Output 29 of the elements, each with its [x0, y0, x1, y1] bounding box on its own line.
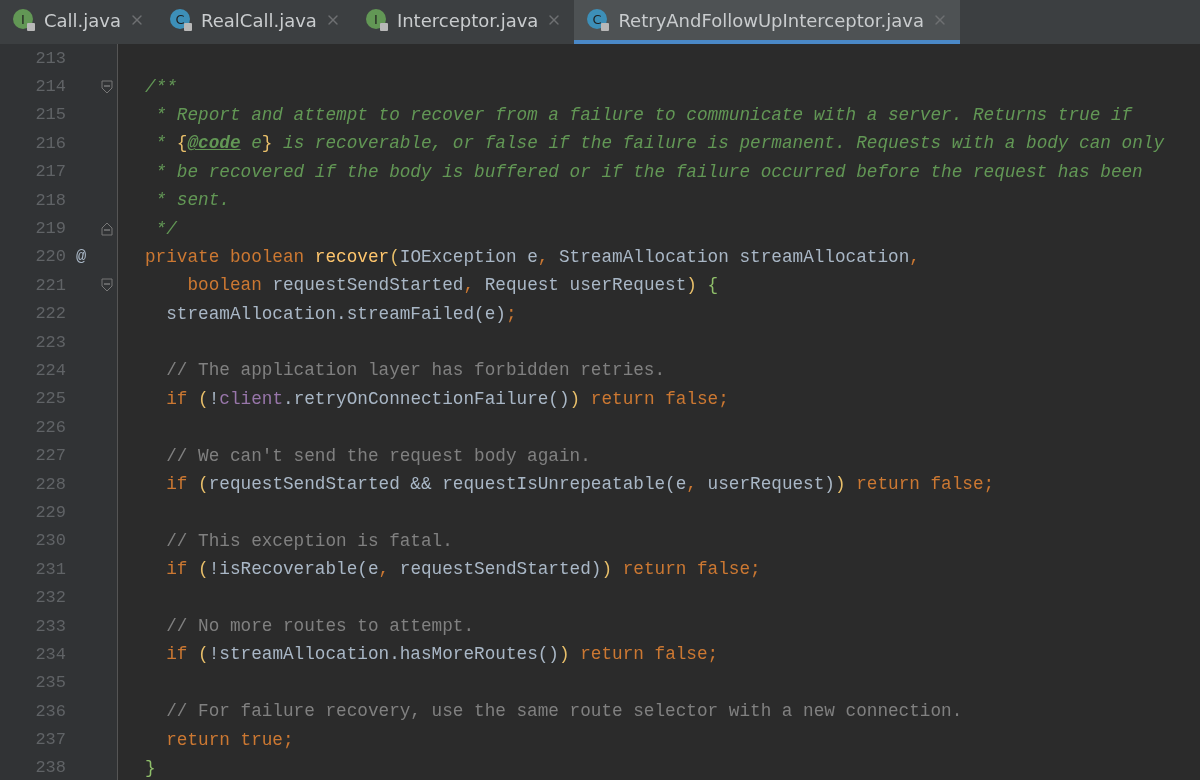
doc-comment-line: * sent.: [154, 190, 230, 211]
class-file-icon: C: [169, 8, 194, 32]
doc-comment-line: * {@code e} is recoverable, or false if the failure is permanent. Requests with a body can only: [154, 133, 1164, 154]
code-line: if (!isRecoverable(e, requestSendStarted)) return false;: [165, 559, 761, 580]
code-line: if (!client.retryOnConnectionFailure()) return false;: [165, 388, 729, 409]
comment-line: // This exception is fatal.: [165, 530, 453, 551]
doc-comment-line: * be recovered if the body is buffered or if the failure occurred before the request has been: [154, 161, 1143, 182]
fold-icon[interactable]: [100, 221, 113, 236]
doc-comment-line: * Report and attempt to recover from a failure to communicate with a server. Returns true if: [154, 104, 1133, 125]
comment-line: // For failure recovery, use the same route selector with a new connection.: [165, 701, 963, 722]
code-line: private boolean recover(IOException e, StreamAllocation streamAllocation,: [144, 246, 920, 267]
doc-comment-line: */: [154, 218, 177, 239]
code-line: return true;: [165, 729, 294, 750]
code-line: }: [144, 757, 156, 778]
code-line: if (requestSendStarted && requestIsUnrepeatable(e, userRequest)) return false;: [165, 474, 995, 495]
comment-line: // No more routes to attempt.: [165, 616, 475, 636]
override-marker: @: [75, 247, 87, 267]
code-line: boolean requestSendStarted, Request userRequest) {: [186, 275, 719, 296]
interface-file-icon: I: [12, 8, 36, 32]
code-line: streamAllocation.streamFailed(e);: [165, 303, 517, 324]
fold-icon[interactable]: [100, 278, 113, 293]
comment-line: // We can't send the request body again.: [165, 445, 591, 466]
code-line: if (!streamAllocation.hasMoreRoutes()) return false;: [165, 644, 719, 665]
file-tab[interactable]: C RetryAndFollowUpInterceptor.java: [574, 0, 960, 44]
class-file-icon: C: [586, 8, 611, 32]
interface-file-icon: I: [364, 8, 389, 32]
fold-icon[interactable]: [100, 79, 113, 94]
comment-line: // The application layer has forbidden retries.: [165, 360, 666, 381]
doc-comment-line: /**: [144, 76, 177, 97]
